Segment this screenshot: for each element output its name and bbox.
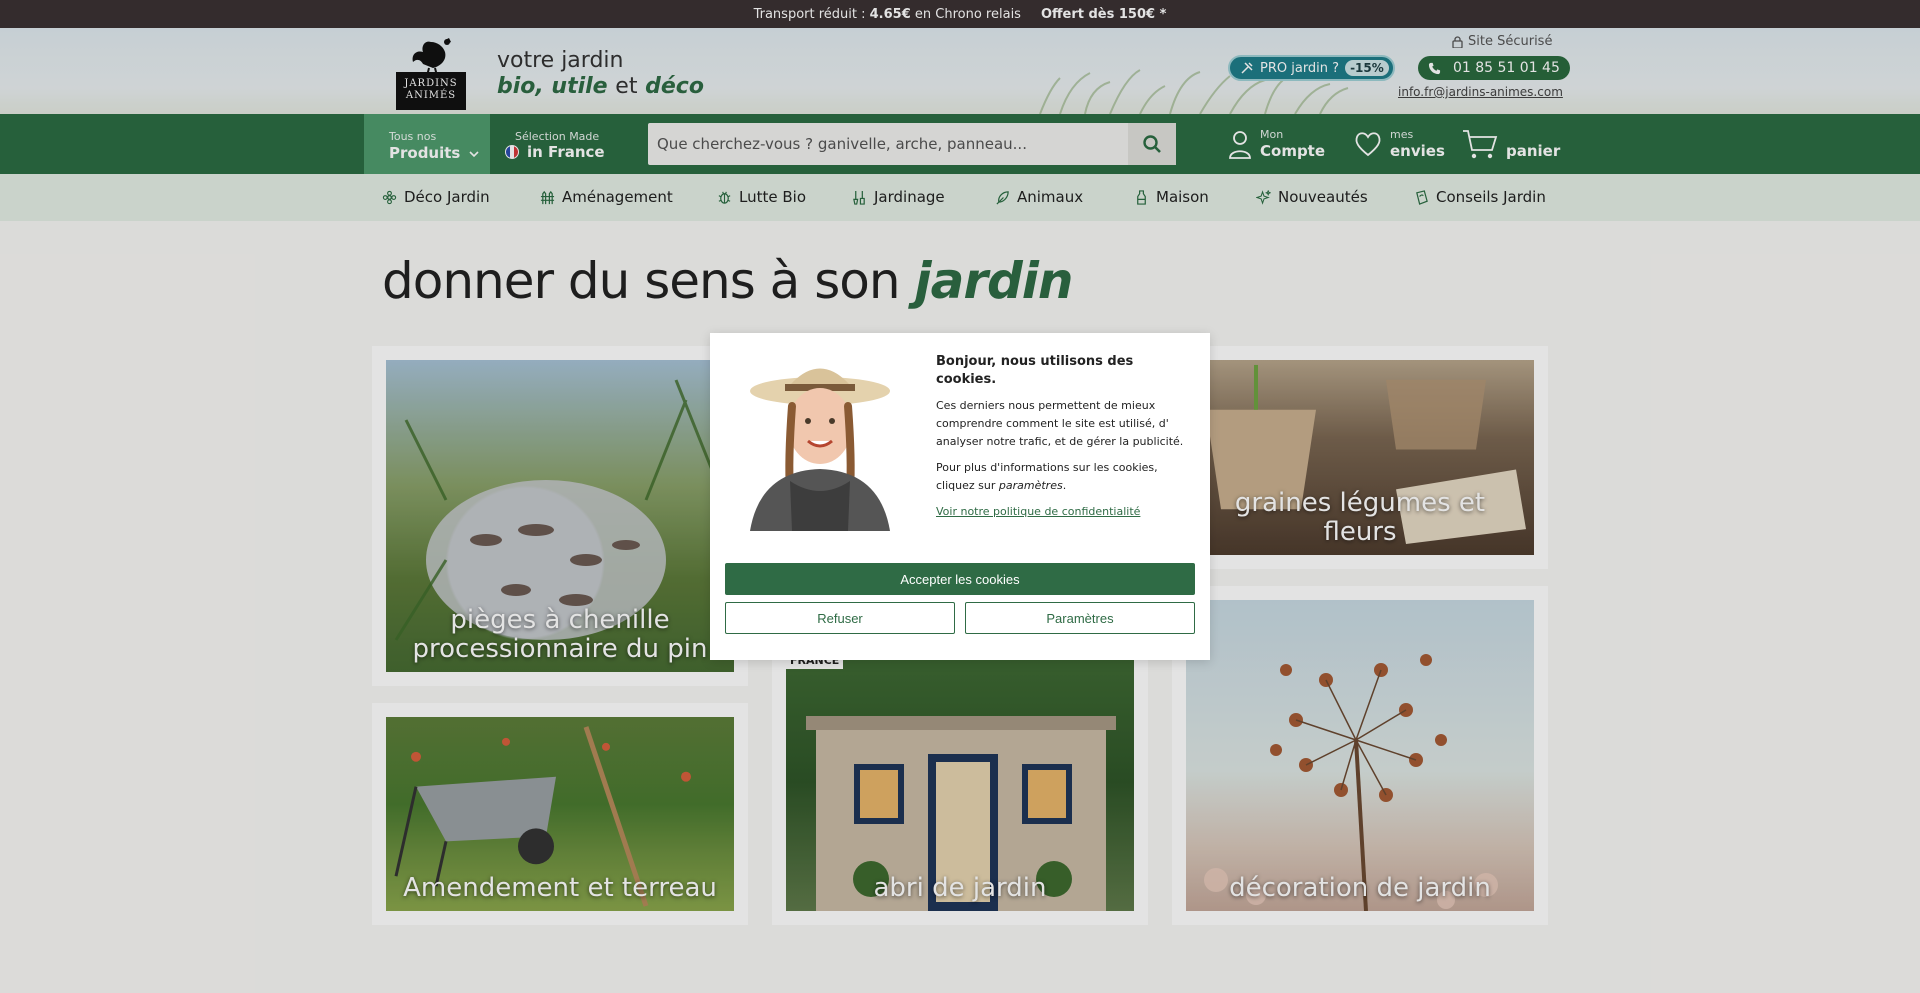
cookie-settings-link[interactable]: paramètres	[999, 479, 1063, 492]
cookie-paragraph-2: Pour plus d'informations sur les cookies…	[936, 459, 1196, 495]
cookie-paragraph-2-end: .	[1062, 479, 1067, 492]
accept-cookies-button[interactable]: Accepter les cookies	[725, 563, 1195, 595]
cookie-settings-button[interactable]: Paramètres	[965, 602, 1195, 634]
cookie-text: Bonjour, nous utilisons des cookies. Ces…	[936, 353, 1196, 521]
cookie-consent-dialog: Bonjour, nous utilisons des cookies. Ces…	[710, 333, 1210, 660]
cookie-paragraph-1: Ces derniers nous permettent de mieux co…	[936, 399, 1184, 448]
woman-with-hat-image	[750, 368, 890, 531]
refuse-cookies-button[interactable]: Refuser	[725, 602, 955, 634]
privacy-policy-link[interactable]: Voir notre politique de confidentialité	[936, 505, 1140, 518]
cookie-title: Bonjour, nous utilisons des cookies.	[936, 354, 1134, 387]
